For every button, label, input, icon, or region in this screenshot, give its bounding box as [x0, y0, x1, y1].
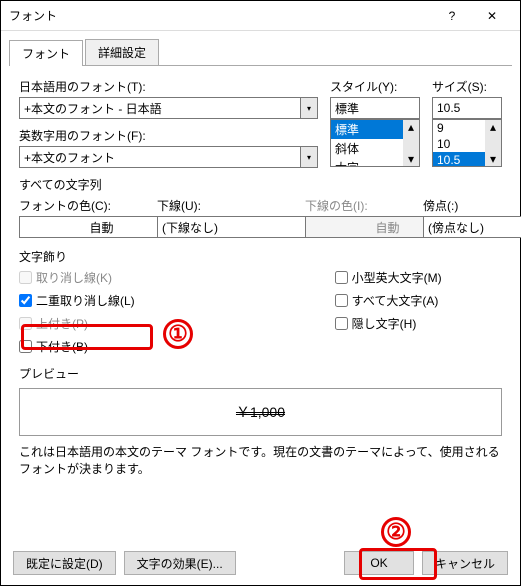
help-button[interactable]: ?: [432, 2, 472, 30]
jp-font-combo[interactable]: ▾: [19, 97, 318, 119]
emphasis-combo[interactable]: ▾: [423, 216, 513, 238]
en-font-combo[interactable]: ▾: [19, 146, 318, 168]
size-input[interactable]: [432, 97, 502, 119]
size-listbox[interactable]: 9 10 10.5 ▴▾: [432, 119, 502, 167]
allcaps-checkbox[interactable]: すべて大文字(A): [335, 292, 442, 309]
subscript-checkbox[interactable]: 下付き(B): [19, 338, 135, 355]
window-title: フォント: [9, 7, 432, 24]
en-font-input[interactable]: [19, 146, 300, 168]
size-label: サイズ(S):: [432, 78, 502, 95]
preview-text: ￥1,000: [236, 402, 285, 422]
underline-color-combo: ▾: [305, 216, 405, 238]
emphasis-label: 傍点(:): [423, 197, 513, 214]
dialog-content: 日本語用のフォント(T): ▾ 英数字用のフォント(F): ▾ スタイル(Y):…: [1, 66, 520, 490]
tab-bar: フォント 詳細設定: [9, 39, 512, 66]
ok-button[interactable]: OK: [344, 551, 414, 575]
double-strike-checkbox[interactable]: 二重取り消し線(L): [19, 292, 135, 309]
style-input[interactable]: [330, 97, 420, 119]
dropdown-icon[interactable]: ▾: [300, 146, 318, 168]
underline-combo[interactable]: ▾: [157, 216, 287, 238]
scrollbar[interactable]: ▴▾: [485, 120, 501, 166]
titlebar: フォント ? ✕: [1, 1, 520, 31]
font-color-label: フォントの色(C):: [19, 197, 139, 214]
underline-label: 下線(U):: [157, 197, 287, 214]
all-chars-label: すべての文字列: [19, 176, 502, 193]
theme-note: これは日本語用の本文のテーマ フォントです。現在の文書のテーマによって、使用され…: [19, 444, 502, 478]
decoration-label: 文字飾り: [19, 248, 502, 265]
scrollbar[interactable]: ▴▾: [403, 120, 419, 166]
tab-font[interactable]: フォント: [9, 40, 83, 66]
font-color-combo[interactable]: ▾: [19, 216, 139, 238]
dropdown-icon[interactable]: ▾: [300, 97, 318, 119]
jp-font-input[interactable]: [19, 97, 300, 119]
en-font-label: 英数字用のフォント(F):: [19, 127, 318, 144]
superscript-checkbox[interactable]: 上付き(P): [19, 315, 135, 332]
strike-checkbox[interactable]: 取り消し線(K): [19, 269, 135, 286]
preview-box: ￥1,000: [19, 388, 502, 436]
preview-label: プレビュー: [19, 365, 502, 382]
style-label: スタイル(Y):: [330, 78, 420, 95]
smallcaps-checkbox[interactable]: 小型英大文字(M): [335, 269, 442, 286]
tab-advanced[interactable]: 詳細設定: [85, 39, 159, 65]
text-effects-button[interactable]: 文字の効果(E)...: [124, 551, 236, 575]
annotation-number-2: ②: [381, 517, 411, 547]
hidden-checkbox[interactable]: 隠し文字(H): [335, 315, 442, 332]
close-button[interactable]: ✕: [472, 2, 512, 30]
underline-color-label: 下線の色(I):: [305, 197, 405, 214]
cancel-button[interactable]: キャンセル: [422, 551, 508, 575]
jp-font-label: 日本語用のフォント(T):: [19, 78, 318, 95]
style-listbox[interactable]: 標準 斜体 太字 ▴▾: [330, 119, 420, 167]
set-default-button[interactable]: 既定に設定(D): [13, 551, 116, 575]
dialog-footer: 既定に設定(D) 文字の効果(E)... OK キャンセル: [1, 551, 520, 575]
